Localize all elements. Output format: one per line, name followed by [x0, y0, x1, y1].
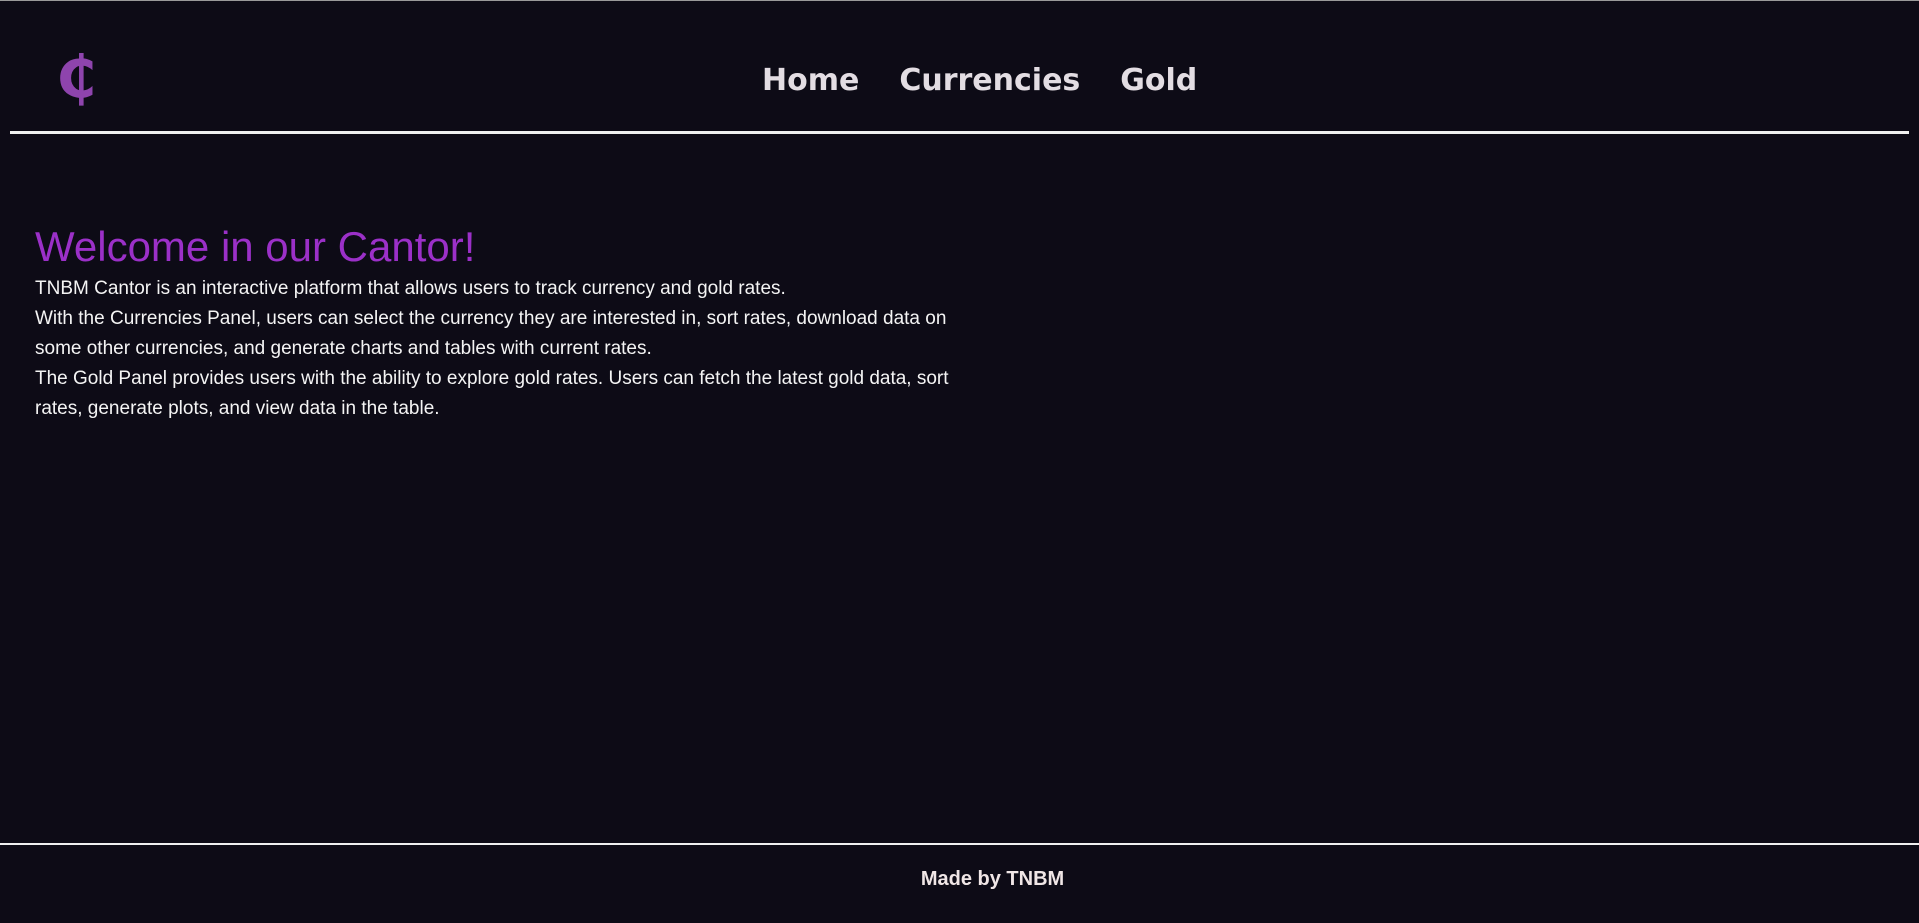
intro-line-4: The Gold Panel provides users with the a…	[35, 368, 949, 389]
nav-currencies-link[interactable]: Currencies	[899, 63, 1080, 98]
main-content: Welcome in our Cantor! TNBM Cantor is an…	[35, 220, 1035, 424]
site-header: ₵ Home Currencies Gold	[0, 0, 1919, 134]
intro-line-1: TNBM Cantor is an interactive platform t…	[35, 278, 786, 299]
intro-line-2: With the Currencies Panel, users can sel…	[35, 308, 947, 329]
page-title: Welcome in our Cantor!	[35, 223, 476, 270]
intro-line-3: some other currencies, and generate char…	[35, 338, 652, 359]
nav-gold-link[interactable]: Gold	[1120, 63, 1197, 98]
footer-credit: Made by TNBM	[920, 868, 1065, 890]
main-nav: Home Currencies Gold	[742, 58, 1217, 102]
nav-home-link[interactable]: Home	[762, 63, 859, 98]
intro-line-5: rates, generate plots, and view data in …	[35, 398, 440, 419]
site-footer: Made by TNBM	[0, 868, 1919, 891]
footer-divider	[0, 843, 1919, 845]
cedi-logo-icon[interactable]: ₵	[56, 44, 96, 110]
header-divider	[10, 131, 1909, 134]
